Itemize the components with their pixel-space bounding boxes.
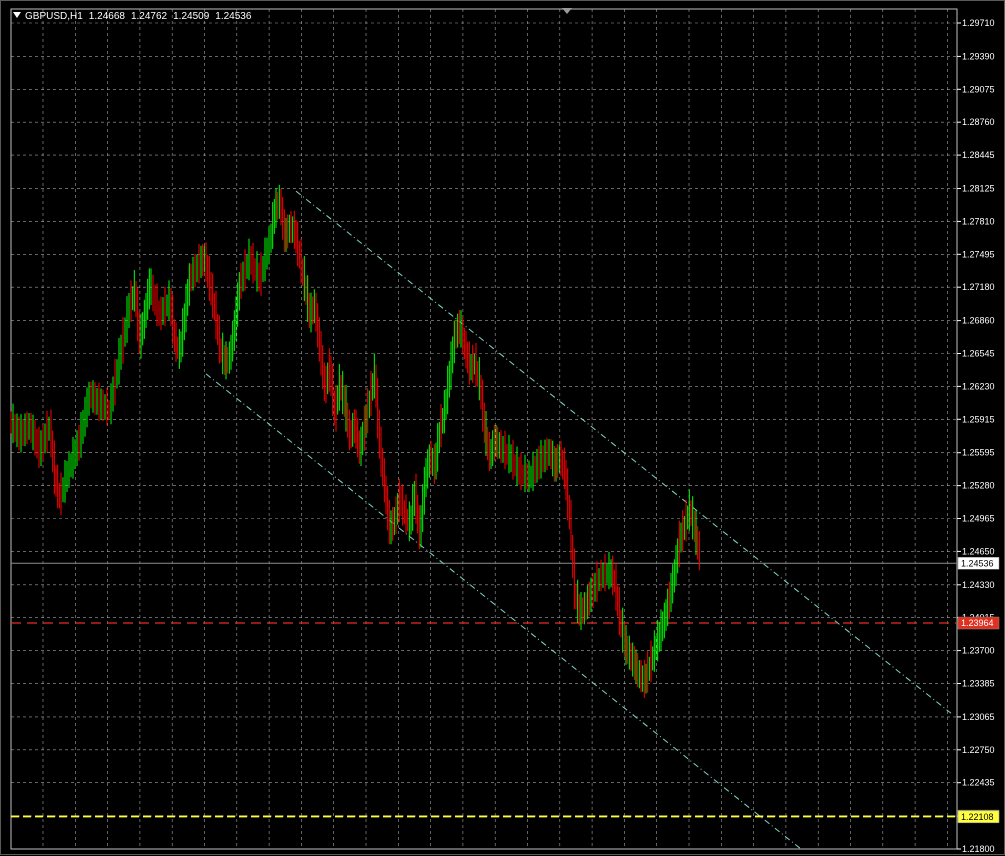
price-axis: 1.29710 1.29390 1.29075 1.28760 1.28445 1.281… bbox=[957, 18, 995, 854]
price-tick-label: 1.27495 bbox=[962, 249, 995, 259]
price-tick-label: 1.24965 bbox=[962, 513, 995, 523]
price-tick-label: 1.25280 bbox=[962, 481, 995, 491]
price-tick-label: 1.24330 bbox=[962, 580, 995, 590]
chart-title-bar: GBPUSD,H1 1.24668 1.24762 1.24509 1.24536 bbox=[13, 11, 251, 22]
price-tick-label: 1.27810 bbox=[962, 216, 995, 226]
price-tick-label: 1.29710 bbox=[962, 18, 995, 28]
symbol-label: GBPUSD,H1 bbox=[25, 11, 83, 22]
price-tick-label: 1.22435 bbox=[962, 778, 995, 788]
price-tick-label: 1.23700 bbox=[962, 646, 995, 656]
price-chart[interactable]: 1.29710 1.29390 1.29075 1.28760 1.28445 1.281… bbox=[1, 1, 1005, 856]
price-tick-label: 1.23065 bbox=[962, 712, 995, 722]
chart-window[interactable]: 1.29710 1.29390 1.29075 1.28760 1.28445 1.281… bbox=[0, 0, 1005, 855]
price-tick-label: 1.28760 bbox=[962, 117, 995, 127]
chart-shift-marker-icon[interactable] bbox=[562, 8, 572, 14]
price-tick-label: 1.29390 bbox=[962, 51, 995, 61]
price-tick-label: 1.29075 bbox=[962, 84, 995, 94]
price-tick-label: 1.28125 bbox=[962, 184, 995, 194]
collapse-triangle-icon[interactable] bbox=[13, 12, 21, 18]
price-tick-label: 1.25915 bbox=[962, 414, 995, 424]
ohlc-low: 1.24509 bbox=[173, 11, 210, 22]
price-tick-label: 1.26860 bbox=[962, 316, 995, 326]
price-tick-label: 1.25595 bbox=[962, 448, 995, 458]
price-tick-label: 1.26230 bbox=[962, 381, 995, 391]
ohlc-open: 1.24668 bbox=[88, 11, 125, 22]
price-tick-label: 1.21800 bbox=[962, 844, 995, 854]
level-0-label: 1.23964 bbox=[961, 618, 994, 628]
price-tick-label: 1.27180 bbox=[962, 282, 995, 292]
price-tick-label: 1.22750 bbox=[962, 745, 995, 755]
level-2-label: 1.22108 bbox=[961, 812, 994, 822]
current-price-label: 1.24536 bbox=[961, 558, 994, 568]
price-tick-label: 1.28445 bbox=[962, 150, 995, 160]
price-tick-label: 1.26545 bbox=[962, 349, 995, 359]
ohlc-high: 1.24762 bbox=[130, 11, 168, 22]
price-tick-label: 1.24650 bbox=[962, 546, 995, 556]
price-tick-label: 1.23385 bbox=[962, 678, 995, 688]
ohlc-close: 1.24536 bbox=[215, 11, 252, 22]
